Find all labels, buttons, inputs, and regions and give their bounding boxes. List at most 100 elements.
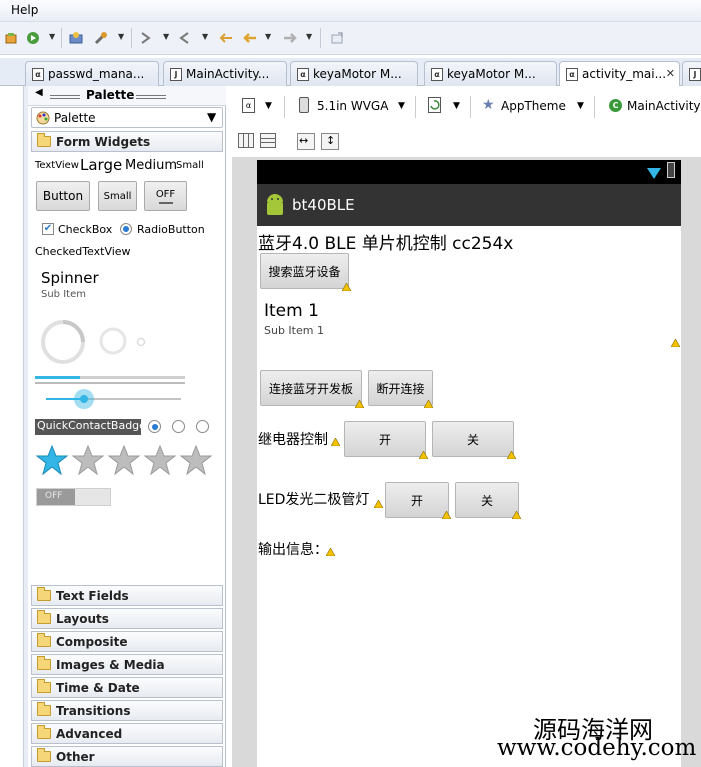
- star-icon[interactable]: [35, 444, 216, 476]
- sdk-manager-icon[interactable]: [67, 29, 85, 47]
- widget-small-text[interactable]: Small: [176, 160, 204, 171]
- battery-icon: [667, 162, 675, 178]
- tab-passwd-manager[interactable]: α passwd_mana...: [25, 61, 159, 86]
- horizontal-progress[interactable]: [35, 376, 185, 379]
- led-on-button[interactable]: 开: [385, 482, 449, 518]
- widget-spinner[interactable]: Spinner: [41, 269, 99, 287]
- fill-width-icon[interactable]: ↔: [297, 133, 315, 150]
- tab-keyamotor-2[interactable]: α keyaMotor M...: [424, 61, 557, 86]
- run-icon[interactable]: [24, 29, 42, 47]
- widget-small-button[interactable]: Small: [98, 181, 137, 211]
- progress-small-icon[interactable]: [136, 336, 146, 350]
- activity-icon[interactable]: C: [609, 99, 622, 112]
- progress-medium-icon[interactable]: [98, 326, 128, 359]
- activity-selector[interactable]: MainActivity: [627, 99, 701, 113]
- radio-icon[interactable]: [120, 223, 132, 235]
- menu-help[interactable]: Help: [11, 3, 38, 17]
- warning-icon[interactable]: [424, 400, 433, 408]
- category-label: Other: [56, 750, 95, 764]
- tab-activity-main[interactable]: α activity_mai... ✕: [559, 61, 680, 87]
- tools-dropdown-icon[interactable]: ▼: [118, 32, 124, 41]
- prev-annotation-dropdown-icon[interactable]: ▼: [202, 32, 208, 41]
- warning-icon[interactable]: [355, 400, 364, 408]
- warning-icon[interactable]: [442, 511, 451, 519]
- category-time-date[interactable]: Time & Date: [31, 677, 223, 698]
- warning-icon[interactable]: [331, 438, 340, 446]
- list-item-title[interactable]: Item 1: [264, 301, 319, 321]
- warning-icon[interactable]: [342, 283, 351, 291]
- radio-checked-icon[interactable]: [148, 420, 161, 433]
- device-selector[interactable]: 5.1in WVGA: [317, 99, 388, 113]
- config-dropdown-icon[interactable]: ▼: [265, 101, 272, 111]
- rating-bar[interactable]: [35, 444, 216, 479]
- widget-quick-contact-badge[interactable]: QuickContactBadge: [35, 419, 146, 435]
- next-annotation-icon[interactable]: [137, 29, 155, 47]
- category-composite[interactable]: Composite: [31, 631, 223, 652]
- theme-dropdown-icon[interactable]: ▼: [577, 101, 584, 111]
- category-transitions[interactable]: Transitions: [31, 700, 223, 721]
- widget-toggle-button[interactable]: OFF: [144, 181, 187, 211]
- toggle-label: OFF: [155, 188, 176, 200]
- radio-icon[interactable]: [172, 420, 185, 433]
- device-dropdown-icon[interactable]: ▼: [398, 101, 405, 111]
- layout-horizontal-icon[interactable]: [238, 133, 254, 148]
- tab-main-activity[interactable]: J MainActivity...: [163, 61, 287, 86]
- layout-vertical-icon[interactable]: [260, 133, 276, 148]
- progress-large-icon[interactable]: [40, 319, 86, 368]
- widget-radiobutton[interactable]: RadioButton: [137, 223, 205, 236]
- back-dropdown-icon[interactable]: ▼: [265, 32, 271, 41]
- fill-height-icon[interactable]: ↕: [321, 133, 339, 150]
- relay-off-button[interactable]: 关: [432, 421, 514, 457]
- tools-icon[interactable]: [92, 29, 110, 47]
- tab-keyamotor-1[interactable]: α keyaMotor M...: [290, 61, 418, 86]
- category-images-media[interactable]: Images & Media: [31, 654, 223, 675]
- forward-dropdown-icon[interactable]: ▼: [306, 32, 312, 41]
- forward-icon[interactable]: [281, 29, 299, 47]
- warning-icon[interactable]: [507, 451, 516, 459]
- collapse-left-icon[interactable]: ◀: [35, 87, 43, 98]
- category-layouts[interactable]: Layouts: [31, 608, 223, 629]
- last-edit-icon[interactable]: [217, 29, 235, 47]
- category-form-widgets[interactable]: Form Widgets: [31, 131, 223, 152]
- tab-overflow[interactable]: J: [682, 61, 701, 86]
- warning-icon[interactable]: [671, 339, 680, 347]
- category-advanced[interactable]: Advanced: [31, 723, 223, 744]
- new-project-icon[interactable]: [2, 29, 20, 47]
- warning-icon[interactable]: [419, 451, 428, 459]
- widget-checked-textview[interactable]: CheckedTextView: [35, 245, 131, 258]
- pin-editor-icon[interactable]: [328, 29, 346, 47]
- widget-switch[interactable]: OFF: [36, 488, 111, 506]
- prev-annotation-icon[interactable]: [176, 29, 194, 47]
- warning-icon[interactable]: [374, 500, 383, 508]
- category-text-fields[interactable]: Text Fields: [31, 585, 223, 606]
- relay-on-button[interactable]: 开: [344, 421, 426, 457]
- led-off-button[interactable]: 关: [455, 482, 519, 518]
- orientation-icon[interactable]: [428, 97, 441, 113]
- checkbox-checked-icon[interactable]: ✔: [42, 223, 54, 235]
- theme-star-icon[interactable]: ★: [482, 97, 495, 113]
- folder-icon: [37, 679, 51, 693]
- seekbar[interactable]: [46, 398, 181, 400]
- run-dropdown-icon[interactable]: ▼: [49, 32, 55, 41]
- theme-selector[interactable]: AppTheme: [501, 99, 566, 113]
- widget-textview[interactable]: TextView: [35, 160, 79, 171]
- device-icon[interactable]: [299, 97, 309, 113]
- widget-medium-text[interactable]: Medium: [125, 158, 177, 173]
- widget-checkbox[interactable]: CheckBox: [58, 223, 112, 236]
- config-file-icon[interactable]: α: [242, 98, 255, 113]
- connect-board-button[interactable]: 连接蓝牙开发板: [260, 370, 362, 406]
- palette-mode-dropdown[interactable]: Palette ▼: [31, 107, 223, 128]
- widget-button[interactable]: Button: [36, 181, 90, 211]
- next-annotation-dropdown-icon[interactable]: ▼: [163, 32, 169, 41]
- close-icon[interactable]: ✕: [666, 67, 675, 80]
- radio-icon[interactable]: [196, 420, 209, 433]
- search-bluetooth-button[interactable]: 搜索蓝牙设备: [260, 253, 349, 289]
- category-other[interactable]: Other: [31, 746, 223, 767]
- widget-large-text[interactable]: Large: [80, 156, 122, 174]
- warning-icon[interactable]: [512, 511, 521, 519]
- java-file-icon: J: [689, 68, 701, 81]
- back-icon[interactable]: [241, 29, 259, 47]
- seekbar-thumb[interactable]: [74, 389, 94, 409]
- warning-icon[interactable]: [326, 548, 335, 556]
- orientation-dropdown-icon[interactable]: ▼: [453, 101, 460, 111]
